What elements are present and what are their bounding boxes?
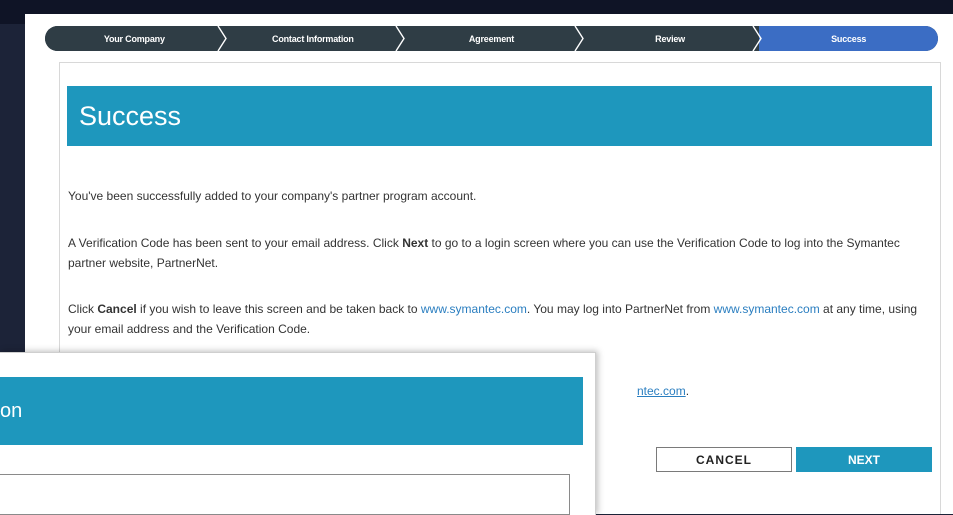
- next-keyword: Next: [402, 236, 429, 250]
- period: .: [685, 384, 690, 398]
- success-message-text: You've been successfully added to your c…: [68, 189, 477, 203]
- verification-text: A Verification Code has been sent to you…: [68, 236, 403, 250]
- cancel-keyword: Cancel: [97, 302, 137, 316]
- wizard-step-agreement: Agreement: [402, 26, 584, 51]
- chevron-right-icon: [751, 26, 765, 51]
- next-button[interactable]: NEXT: [796, 447, 932, 472]
- partial-link-text: ntec.com.: [637, 384, 689, 398]
- overlapping-dialog: on: [0, 352, 596, 515]
- dialog-title-banner: on: [0, 377, 583, 445]
- wizard-step-review: Review: [580, 26, 763, 51]
- cancel-button[interactable]: CANCEL: [656, 447, 792, 472]
- cancel-text-mid2: . You may log into PartnerNet from: [526, 302, 714, 316]
- symantec-link-partial[interactable]: ntec.com: [637, 384, 686, 398]
- cancel-text: Click: [68, 302, 98, 316]
- wizard-step-success: Success: [759, 26, 938, 51]
- success-message: You've been successfully added to your c…: [68, 186, 928, 206]
- wizard-step-label: Contact Information: [272, 33, 354, 44]
- dialog-input-field[interactable]: [0, 474, 570, 515]
- symantec-link-2[interactable]: www.symantec.com: [714, 302, 820, 316]
- progress-wizard: Your Company Contact Information Agreeme…: [45, 26, 938, 51]
- chevron-right-icon: [573, 26, 587, 51]
- wizard-step-label: Success: [831, 33, 867, 44]
- wizard-step-contact-information: Contact Information: [223, 26, 406, 51]
- wizard-step-your-company: Your Company: [45, 26, 227, 51]
- chevron-right-icon: [216, 26, 230, 51]
- wizard-step-label: Agreement: [468, 33, 515, 44]
- verification-message: A Verification Code has been sent to you…: [68, 233, 928, 273]
- symantec-link[interactable]: www.symantec.com: [421, 302, 527, 316]
- action-buttons: CANCEL NEXT: [656, 447, 932, 472]
- wizard-step-label: Review: [655, 33, 685, 44]
- cancel-message: Click Cancel if you wish to leave this s…: [68, 299, 928, 339]
- wizard-step-label: Your Company: [103, 33, 165, 44]
- chevron-right-icon: [394, 26, 408, 51]
- dialog-title-fragment: on: [0, 399, 23, 422]
- cancel-text-mid: if you wish to leave this screen and be …: [136, 302, 421, 316]
- page-title: Success: [67, 86, 932, 146]
